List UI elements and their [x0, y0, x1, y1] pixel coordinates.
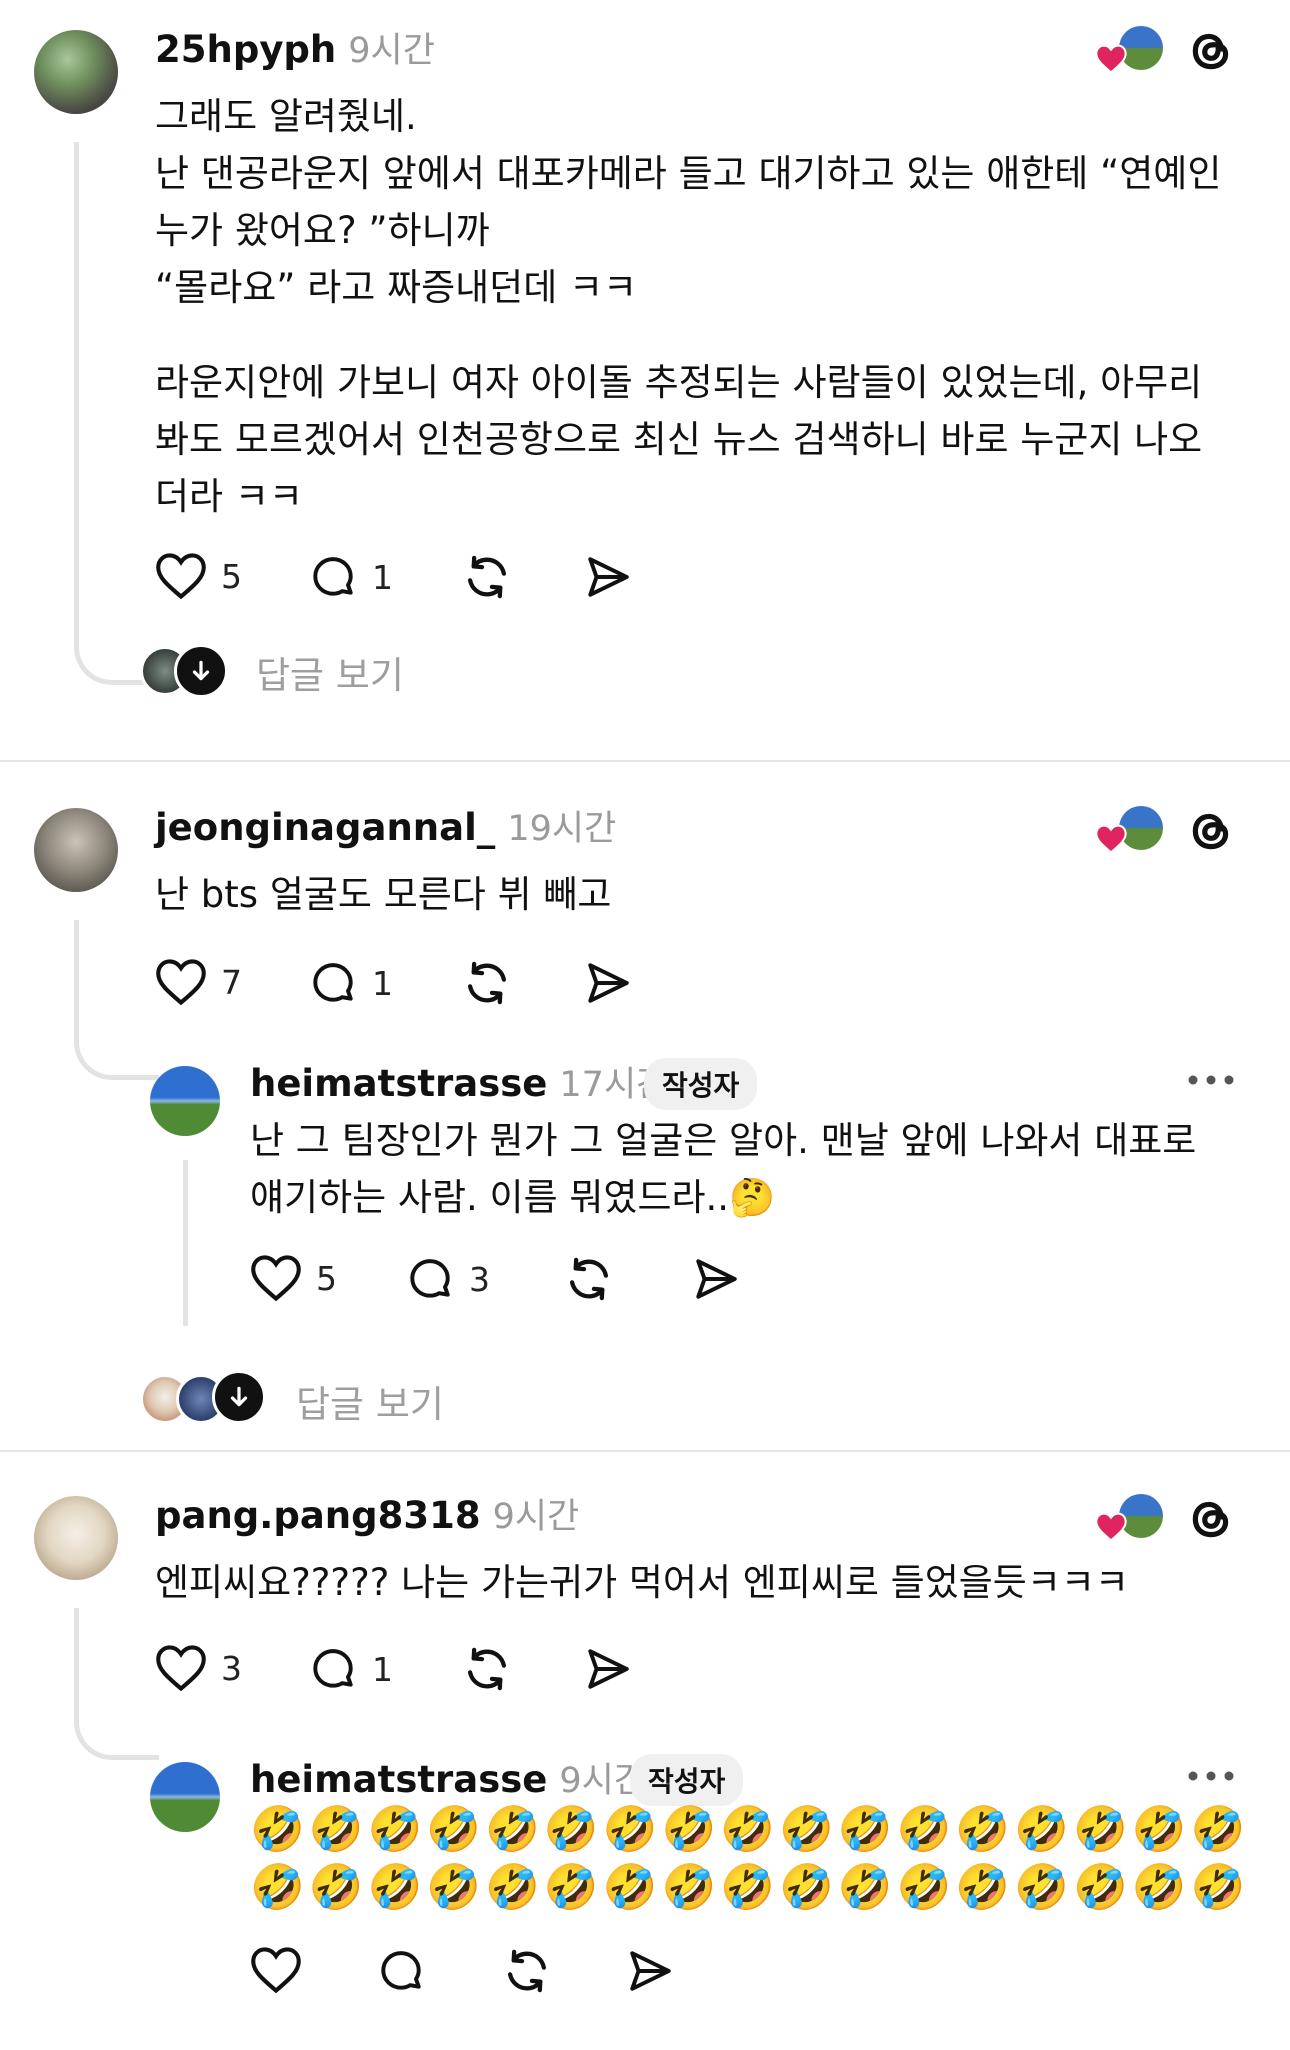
- username-text[interactable]: jeonginagannal_: [155, 806, 495, 849]
- avatar[interactable]: [34, 808, 118, 892]
- heart-icon: [156, 1645, 206, 1692]
- heart-icon: [251, 1255, 301, 1302]
- threads-logo-icon[interactable]: [1186, 1494, 1236, 1544]
- heart-filled-icon: [1095, 824, 1127, 854]
- username[interactable]: 25hpyph 9시간: [155, 22, 435, 73]
- author-badge: 작성자: [644, 1058, 758, 1110]
- username[interactable]: heimatstrasse 9시간: [250, 1752, 646, 1803]
- comment-count: 1: [372, 963, 393, 1003]
- share-icon[interactable]: [582, 958, 634, 1008]
- heart-icon[interactable]: [250, 1946, 302, 1994]
- threads-logo-icon[interactable]: [1186, 806, 1236, 856]
- post-divider: [0, 760, 1290, 762]
- comment-icon: [313, 1649, 353, 1688]
- post-body: 그래도 알려줬네. 난 댄공라운지 앞에서 대포카메라 들고 대기하고 있는 애…: [155, 88, 1235, 525]
- comment-icon[interactable]: [376, 1946, 426, 1996]
- avatar[interactable]: [150, 1762, 220, 1832]
- heart-icon: [156, 553, 206, 600]
- comment-icon: [313, 963, 353, 1002]
- comment-button[interactable]: 1: [308, 958, 393, 1008]
- view-replies-label[interactable]: 답글 보기: [296, 1374, 444, 1428]
- thread-curve: [74, 1020, 159, 1080]
- thread-curve: [74, 1700, 159, 1760]
- like-button[interactable]: 3: [155, 1644, 242, 1692]
- repost-icon[interactable]: [562, 1252, 616, 1306]
- post-paragraph: “몰라요” 라고 짜증내던데 ㅋㅋ: [155, 266, 638, 309]
- repost-icon[interactable]: [460, 550, 514, 604]
- avatar[interactable]: [150, 1066, 220, 1136]
- share-icon[interactable]: [582, 552, 634, 602]
- repost-icon[interactable]: [500, 1944, 554, 1998]
- reply-emoji-line: 🤣🤣🤣🤣🤣🤣🤣🤣🤣🤣🤣🤣🤣🤣🤣🤣🤣: [250, 1862, 1250, 1913]
- comment-button[interactable]: 1: [308, 1644, 393, 1694]
- heart-filled-icon: [1095, 1512, 1127, 1542]
- author-badge: 작성자: [630, 1754, 744, 1806]
- comment-button[interactable]: 3: [405, 1254, 490, 1304]
- username-text[interactable]: 25hpyph: [155, 28, 336, 71]
- timestamp: 9시간: [492, 1497, 580, 1537]
- like-button[interactable]: 7: [155, 958, 242, 1006]
- repost-icon[interactable]: [460, 1642, 514, 1696]
- arrow-down-icon: [174, 644, 228, 698]
- comment-count: 1: [372, 557, 393, 597]
- share-icon[interactable]: [690, 1254, 742, 1304]
- repost-icon[interactable]: [460, 956, 514, 1010]
- thread-line: [74, 142, 79, 642]
- username-text[interactable]: pang.pang8318: [155, 1494, 481, 1537]
- post-body: 엔피씨요????? 나는 가는귀가 먹어서 엔피씨로 들었을듯ㅋㅋㅋ: [155, 1561, 1129, 1604]
- username[interactable]: jeonginagannal_ 19시간: [155, 800, 616, 851]
- like-count: 3: [221, 1648, 242, 1688]
- like-button[interactable]: 5: [250, 1254, 337, 1302]
- heart-filled-icon: [1095, 44, 1127, 74]
- comment-icon: [313, 557, 353, 596]
- threads-logo-icon[interactable]: [1186, 26, 1236, 76]
- comment-button[interactable]: 1: [308, 552, 393, 602]
- comment-count: 1: [372, 1649, 393, 1689]
- thread-line: [183, 1160, 188, 1326]
- avatar[interactable]: [34, 30, 118, 114]
- username[interactable]: heimatstrasse 17시간: [250, 1056, 668, 1107]
- more-icon[interactable]: [1186, 1766, 1236, 1786]
- like-button[interactable]: 5: [155, 552, 242, 600]
- view-replies[interactable]: 답글 보기: [140, 644, 560, 698]
- heart-icon: [156, 959, 206, 1006]
- username-text[interactable]: heimatstrasse: [250, 1062, 547, 1105]
- reply-body: 난 그 팀장인가 뭔가 그 얼굴은 알아. 맨날 앞에 나와서 대표로 얘기하는…: [250, 1119, 1197, 1219]
- view-replies[interactable]: 답글 보기: [140, 1370, 600, 1426]
- post-paragraph: 그래도 알려줬네.: [155, 95, 417, 138]
- share-icon[interactable]: [624, 1946, 676, 1996]
- post-divider: [0, 1450, 1290, 1452]
- post-body: 난 bts 얼굴도 모른다 뷔 빼고: [155, 873, 612, 916]
- like-count: 5: [221, 556, 242, 596]
- more-icon[interactable]: [1186, 1070, 1236, 1090]
- post-paragraph: 라운지안에 가보니 여자 아이돌 추정되는 사람들이 있었는데, 아무리 봐도 …: [155, 361, 1203, 518]
- post-paragraph: 난 댄공라운지 앞에서 대포카메라 들고 대기하고 있는 애한테 “연예인 누가…: [155, 152, 1222, 252]
- liked-by-op-indicator: [1095, 1494, 1165, 1544]
- username-text[interactable]: heimatstrasse: [250, 1758, 547, 1801]
- like-count: 5: [316, 1258, 337, 1298]
- view-replies-label[interactable]: 답글 보기: [256, 645, 404, 699]
- arrow-down-icon: [212, 1370, 266, 1424]
- username[interactable]: pang.pang8318 9시간: [155, 1488, 579, 1539]
- timestamp: 19시간: [507, 809, 617, 849]
- reply-emoji-line: 🤣🤣🤣🤣🤣🤣🤣🤣🤣🤣🤣🤣🤣🤣🤣🤣🤣: [250, 1804, 1250, 1855]
- liked-by-op-indicator: [1095, 26, 1165, 76]
- timestamp: 9시간: [348, 31, 435, 71]
- share-icon[interactable]: [582, 1644, 634, 1694]
- liked-by-op-indicator: [1095, 806, 1165, 856]
- like-count: 7: [221, 962, 242, 1002]
- avatar[interactable]: [34, 1496, 118, 1580]
- comment-icon: [410, 1259, 450, 1298]
- comment-count: 3: [469, 1259, 490, 1299]
